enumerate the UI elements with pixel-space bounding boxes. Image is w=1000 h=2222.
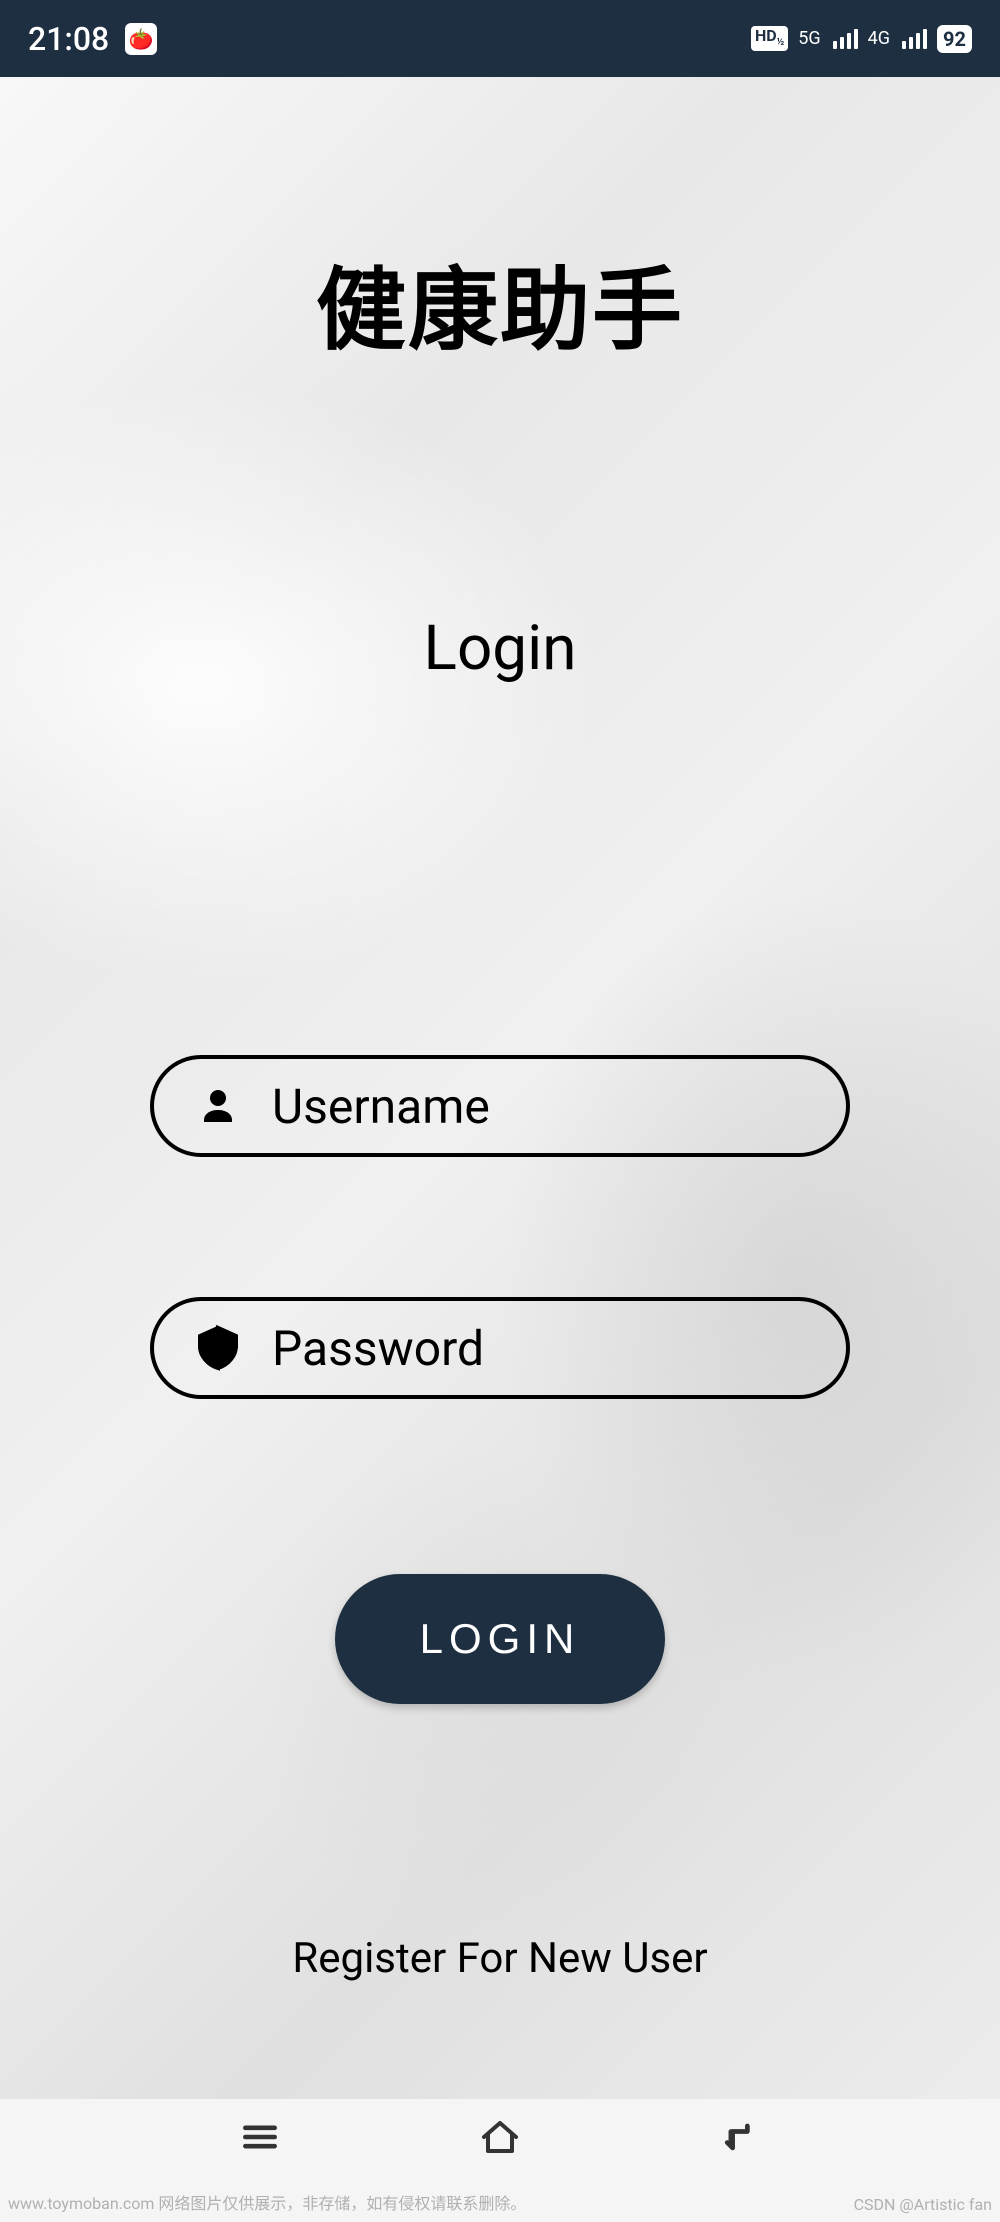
hd-badge: HD½ bbox=[751, 26, 788, 50]
username-field-container[interactable] bbox=[150, 1055, 850, 1157]
signal-4g-bars bbox=[902, 29, 927, 49]
nav-home-button[interactable] bbox=[472, 2109, 528, 2165]
password-field-container[interactable] bbox=[150, 1297, 850, 1399]
nav-back-button[interactable] bbox=[712, 2109, 768, 2165]
footer-watermark-left: www.toymoban.com 网络图片仅供展示，非存储，如有侵权请联系删除。 bbox=[8, 2190, 526, 2214]
app-notification-icon: 🍅 bbox=[125, 23, 157, 55]
password-input[interactable] bbox=[272, 1320, 881, 1377]
footer-watermark-right: CSDN @Artistic fan bbox=[854, 2195, 992, 2214]
status-time: 21:08 bbox=[28, 20, 109, 58]
status-right: HD½ 5G 4G 92 bbox=[751, 25, 972, 53]
signal-5g-bars bbox=[833, 29, 858, 49]
register-link[interactable]: Register For New User bbox=[292, 1934, 707, 1983]
shield-icon bbox=[194, 1324, 242, 1372]
nav-menu-button[interactable] bbox=[232, 2109, 288, 2165]
main-content: 健康助手 Login LOGIN Re bbox=[0, 77, 1000, 2099]
battery-indicator: 92 bbox=[937, 25, 972, 53]
nav-bar bbox=[0, 2099, 1000, 2175]
username-input[interactable] bbox=[272, 1078, 881, 1135]
app-title: 健康助手 bbox=[316, 237, 684, 367]
login-heading: Login bbox=[424, 612, 577, 685]
signal-4g-label: 4G bbox=[868, 28, 890, 49]
person-icon bbox=[194, 1082, 242, 1130]
status-bar: 21:08 🍅 HD½ 5G 4G 92 bbox=[0, 0, 1000, 77]
login-button[interactable]: LOGIN bbox=[335, 1574, 665, 1704]
status-left: 21:08 🍅 bbox=[28, 20, 157, 58]
signal-5g-label: 5G bbox=[798, 28, 820, 49]
